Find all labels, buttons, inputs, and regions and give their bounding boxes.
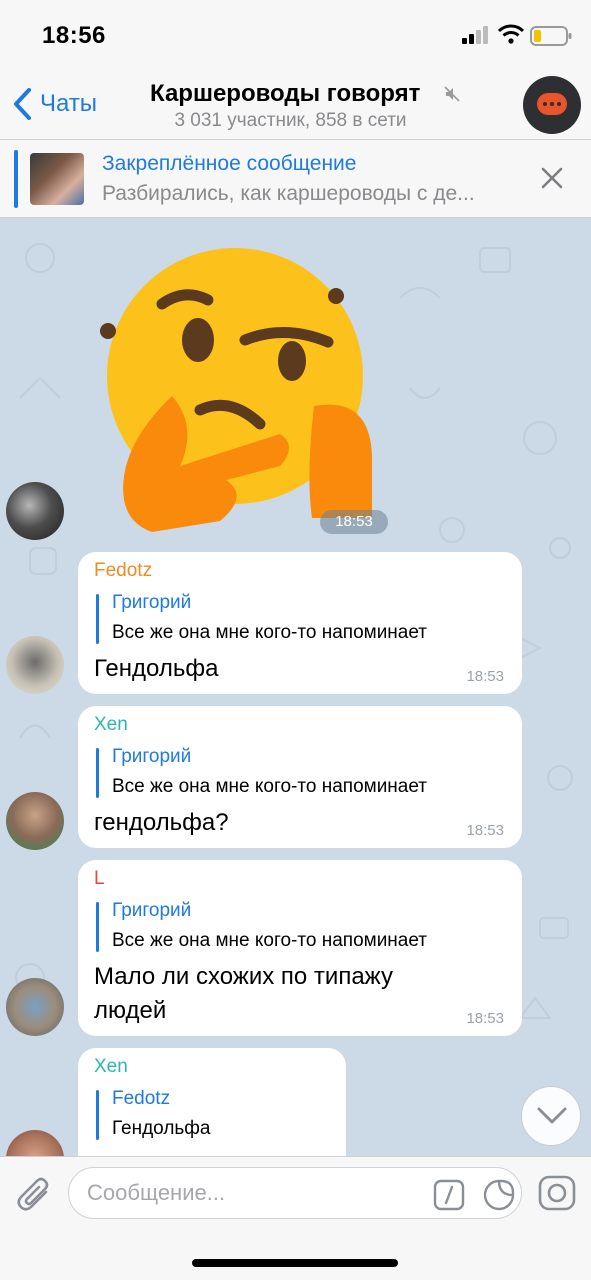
chevron-down-icon — [537, 1107, 567, 1124]
message-text: гендольфа? — [94, 809, 229, 836]
message-bubble[interactable]: Xen Григорий Все же она мне кого-то напо… — [78, 706, 522, 848]
avatar[interactable] — [6, 636, 64, 694]
pinned-message[interactable]: Закреплённое сообщение Разбирались, как … — [0, 140, 591, 218]
message-text: Гендольфа — [94, 655, 219, 682]
pinned-accent-bar — [14, 150, 18, 208]
close-icon[interactable] — [540, 166, 564, 190]
message-field-container — [68, 1167, 522, 1219]
message-sender[interactable]: Xen — [94, 714, 128, 736]
pinned-thumbnail — [30, 153, 84, 205]
message-sender[interactable]: L — [94, 868, 105, 890]
reply-text: Все же она мне кого-то напоминает — [112, 776, 428, 797]
status-time: 18:56 — [42, 22, 106, 49]
message-bubble[interactable]: Fedotz Григорий Все же она мне кого-то н… — [78, 552, 522, 694]
pinned-text: Разбирались, как каршероводы с де... — [102, 182, 475, 205]
scroll-to-bottom-button[interactable] — [521, 1086, 581, 1146]
composer — [0, 1156, 591, 1280]
cellular-signal-icon — [462, 26, 488, 44]
reply-bar — [96, 594, 99, 644]
battery-icon — [530, 26, 572, 46]
message-bubble[interactable]: Xen Fedotz Гендольфа — [78, 1048, 346, 1156]
avatar[interactable] — [6, 978, 64, 1036]
bot-command-icon[interactable] — [433, 1179, 465, 1211]
message-text-line: людей — [94, 997, 167, 1024]
sticker-time: 18:53 — [320, 510, 388, 534]
reply-text: Все же она мне кого-то напоминает — [112, 622, 428, 643]
reply-author[interactable]: Григорий — [112, 592, 191, 614]
sticker-icon[interactable] — [483, 1179, 515, 1211]
chat-subtitle: 3 031 участник, 858 в сети — [174, 110, 407, 131]
chat-bubble-icon — [537, 93, 567, 115]
paperclip-icon[interactable] — [16, 1175, 52, 1213]
reply-bar — [96, 748, 99, 798]
message-time: 18:53 — [466, 822, 504, 839]
reply-bar — [96, 902, 99, 952]
message-bubble[interactable]: L Григорий Все же она мне кого-то напоми… — [78, 860, 522, 1036]
wifi-icon — [498, 24, 524, 44]
home-indicator — [192, 1259, 398, 1267]
muted-icon — [444, 86, 460, 102]
message-sender[interactable]: Fedotz — [94, 560, 152, 582]
status-bar: 18:56 — [0, 0, 591, 72]
reply-text: Все же она мне кого-то напоминает — [112, 930, 428, 951]
reply-author[interactable]: Григорий — [112, 900, 191, 922]
thinking-face-sticker[interactable] — [100, 236, 380, 536]
avatar[interactable] — [6, 482, 64, 540]
message-text-line: Мало ли схожих по типажу — [94, 963, 393, 990]
message-sender[interactable]: Xen — [94, 1056, 128, 1078]
chat-title[interactable]: Каршероводы говорят — [150, 80, 420, 108]
message-time: 18:53 — [466, 1010, 504, 1027]
chat-header: Чаты Каршероводы говорят 3 031 участник,… — [0, 72, 591, 140]
chat-avatar[interactable] — [523, 76, 581, 134]
reply-author[interactable]: Григорий — [112, 746, 191, 768]
reply-bar — [96, 1090, 99, 1140]
pinned-title: Закреплённое сообщение — [102, 152, 357, 175]
avatar[interactable] — [6, 792, 64, 850]
camera-icon[interactable] — [538, 1175, 576, 1211]
message-time: 18:53 — [466, 668, 504, 685]
message-input[interactable] — [87, 1178, 417, 1208]
reply-author[interactable]: Fedotz — [112, 1088, 170, 1110]
message-list[interactable]: 18:53 Fedotz Григорий Все же она мне ког… — [0, 218, 591, 1156]
reply-text: Гендольфа — [112, 1118, 211, 1139]
